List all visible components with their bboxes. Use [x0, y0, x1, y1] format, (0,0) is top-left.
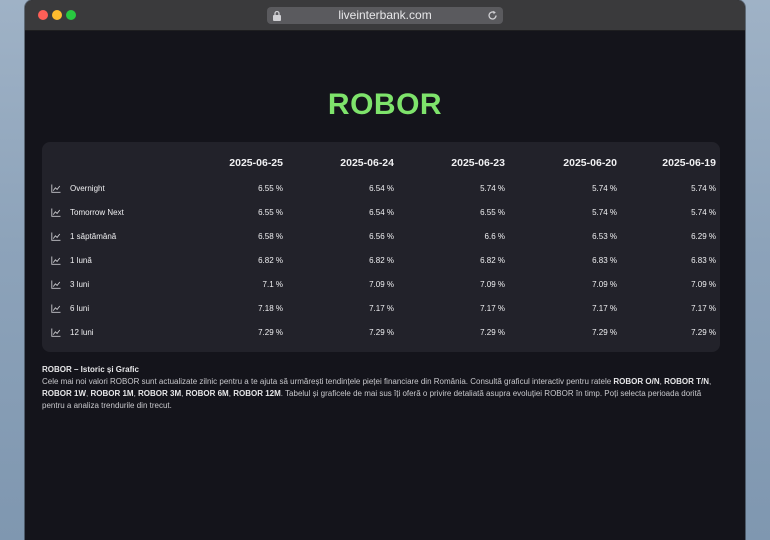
chart-line-icon[interactable]	[51, 208, 61, 217]
chart-line-icon[interactable]	[51, 232, 61, 241]
rate-value: 7.17 %	[592, 303, 617, 313]
date-header: 2025-06-20	[563, 157, 617, 169]
rate-value: 6.54 %	[369, 207, 394, 217]
rate-value: 6.55 %	[258, 183, 283, 193]
table-row: 3 luni 7.1 % 7.09 % 7.09 % 7.09 % 7.09 %	[42, 272, 716, 296]
rate-value: 6.82 %	[258, 255, 283, 265]
rate-label: 1 săptămână	[70, 231, 117, 241]
rate-value: 5.74 %	[592, 207, 617, 217]
date-header: 2025-06-24	[340, 157, 394, 169]
rates-table: 2025-06-25 2025-06-24 2025-06-23 2025-06…	[42, 150, 716, 344]
rate-value: 7.29 %	[691, 327, 716, 337]
chart-line-icon[interactable]	[51, 184, 61, 193]
date-header: 2025-06-25	[229, 157, 283, 169]
rate-value: 7.17 %	[480, 303, 505, 313]
table-header-row: 2025-06-25 2025-06-24 2025-06-23 2025-06…	[42, 150, 716, 176]
row-icon-cell	[42, 320, 70, 344]
rate-value: 7.17 %	[369, 303, 394, 313]
row-icon-cell	[42, 248, 70, 272]
browser-window: liveinterbank.com ROBOR 2025-06-25 2025-…	[25, 0, 745, 540]
rate-value: 6.56 %	[369, 231, 394, 241]
rate-value: 6.82 %	[480, 255, 505, 265]
date-header: 2025-06-19	[662, 157, 716, 169]
rate-value: 6.82 %	[369, 255, 394, 265]
rate-value: 7.29 %	[258, 327, 283, 337]
chart-line-icon[interactable]	[51, 328, 61, 337]
page-title: ROBOR	[327, 88, 443, 121]
rate-value: 5.74 %	[691, 207, 716, 217]
url-text: liveinterbank.com	[338, 8, 432, 22]
rate-value: 7.09 %	[480, 279, 505, 289]
reload-icon[interactable]	[487, 10, 498, 21]
description-heading: ROBOR – Istoric și Grafic	[42, 365, 139, 374]
minimize-window-button[interactable]	[52, 10, 62, 20]
date-header: 2025-06-23	[451, 157, 505, 169]
rate-value: 7.29 %	[480, 327, 505, 337]
description-text: Cele mai noi valori ROBOR sunt actualiza…	[42, 377, 712, 410]
rate-label: 3 luni	[70, 279, 90, 289]
rate-value: 5.74 %	[480, 183, 505, 193]
row-icon-cell	[42, 272, 70, 296]
row-icon-cell	[42, 224, 70, 248]
close-window-button[interactable]	[38, 10, 48, 20]
lock-icon	[273, 10, 281, 21]
rate-value: 7.17 %	[691, 303, 716, 313]
header-label-cell	[70, 150, 183, 176]
rate-value: 6.55 %	[258, 207, 283, 217]
address-bar[interactable]: liveinterbank.com	[267, 7, 503, 24]
rate-value: 6.55 %	[480, 207, 505, 217]
table-row: 1 săptămână 6.58 % 6.56 % 6.6 % 6.53 % 6.29 %	[42, 224, 716, 248]
rate-label: 12 luni	[70, 327, 94, 337]
table-row: Overnight 6.55 % 6.54 % 5.74 % 5.74 % 5.74 %	[42, 176, 716, 200]
rate-value: 7.29 %	[369, 327, 394, 337]
rate-value: 5.74 %	[691, 183, 716, 193]
chart-line-icon[interactable]	[51, 256, 61, 265]
header-icon-cell	[42, 150, 70, 176]
rate-label: 1 lună	[70, 255, 92, 265]
rate-value: 5.74 %	[592, 183, 617, 193]
rate-label: Overnight	[70, 183, 105, 193]
rate-value: 6.83 %	[592, 255, 617, 265]
chart-line-icon[interactable]	[51, 304, 61, 313]
rate-value: 7.09 %	[369, 279, 394, 289]
table-row: Tomorrow Next 6.55 % 6.54 % 6.55 % 5.74 % 5.7…	[42, 200, 716, 224]
table-row: 12 luni 7.29 % 7.29 % 7.29 % 7.29 % 7.29 %	[42, 320, 716, 344]
rates-card: 2025-06-25 2025-06-24 2025-06-23 2025-06…	[42, 142, 720, 352]
rate-value: 6.6 %	[484, 231, 505, 241]
rate-value: 7.29 %	[592, 327, 617, 337]
rate-value: 6.58 %	[258, 231, 283, 241]
rate-value: 7.18 %	[258, 303, 283, 313]
rate-value: 6.29 %	[691, 231, 716, 241]
table-row: 6 luni 7.18 % 7.17 % 7.17 % 7.17 % 7.17 %	[42, 296, 716, 320]
rate-value: 6.54 %	[369, 183, 394, 193]
description-section: ROBOR – Istoric și Grafic Cele mai noi v…	[42, 364, 722, 412]
table-row: 1 lună 6.82 % 6.82 % 6.82 % 6.83 % 6.83 %	[42, 248, 716, 272]
rate-value: 7.09 %	[691, 279, 716, 289]
rate-value: 7.1 %	[262, 279, 283, 289]
rate-label: 6 luni	[70, 303, 90, 313]
row-icon-cell	[42, 200, 70, 224]
chart-line-icon[interactable]	[51, 280, 61, 289]
rate-value: 6.53 %	[592, 231, 617, 241]
browser-titlebar: liveinterbank.com	[25, 0, 745, 31]
row-icon-cell	[42, 176, 70, 200]
rate-label: Tomorrow Next	[70, 207, 124, 217]
row-icon-cell	[42, 296, 70, 320]
rate-value: 7.09 %	[592, 279, 617, 289]
rate-value: 6.83 %	[691, 255, 716, 265]
zoom-window-button[interactable]	[66, 10, 76, 20]
